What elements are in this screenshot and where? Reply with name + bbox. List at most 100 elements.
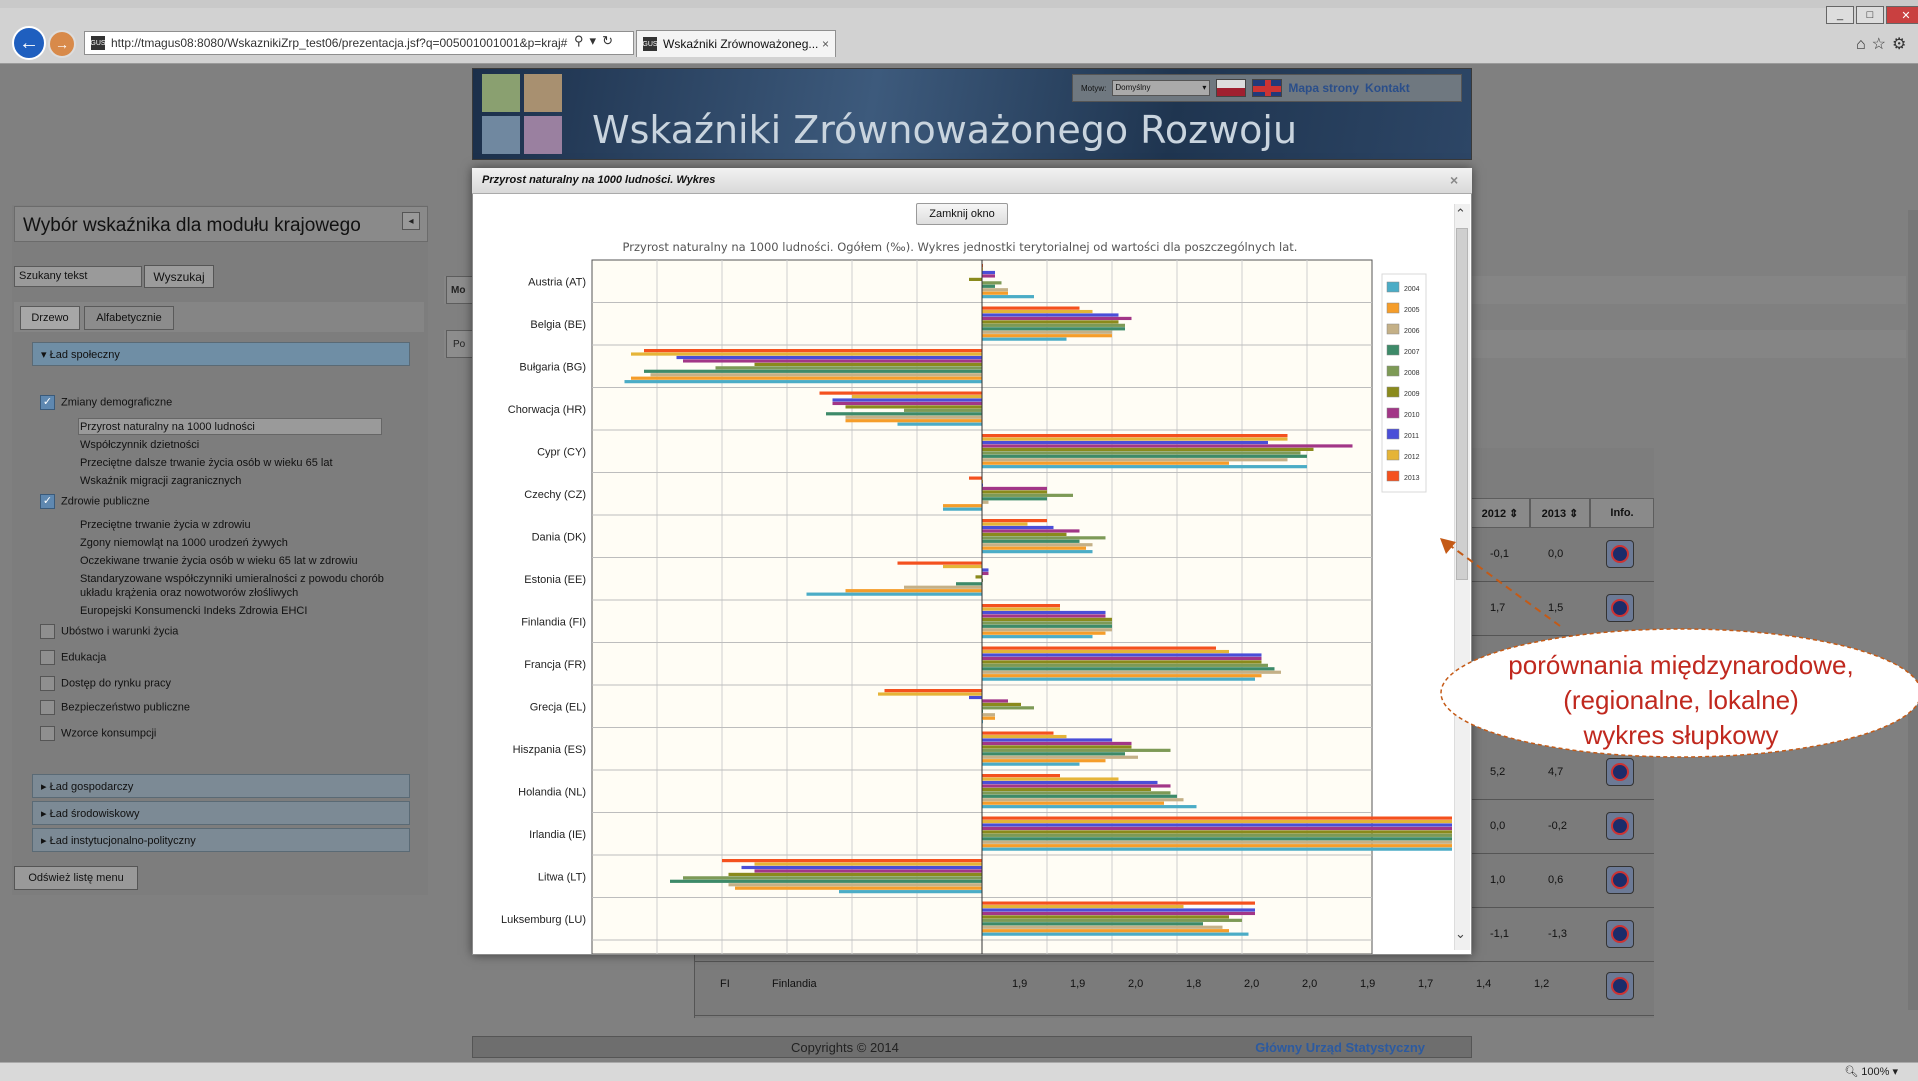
group-public-health[interactable]: ✓ Zdrowie publiczne — [40, 494, 150, 509]
checkbox-empty-icon[interactable] — [40, 650, 55, 665]
bar — [644, 369, 982, 373]
bar — [982, 656, 1262, 661]
section-environmental[interactable]: ▸ Ład środowiskowy — [32, 801, 410, 825]
bar — [722, 859, 982, 863]
tree-item[interactable]: Standaryzowane współczynniki umieralnośc… — [80, 572, 384, 586]
modal-close-icon[interactable]: × — [1450, 172, 1458, 188]
checkbox-empty-icon[interactable] — [40, 624, 55, 639]
bar — [904, 585, 982, 589]
column-header-info: Info. — [1590, 498, 1654, 528]
column-header-2013[interactable]: 2013 ⇕ — [1530, 498, 1590, 528]
group-poverty[interactable]: Ubóstwo i warunki życia — [40, 624, 178, 639]
address-tools[interactable]: ⚲▾↻ — [574, 33, 619, 49]
tree-item[interactable]: Przeciętne trwanie życia w zdrowiu — [80, 518, 251, 532]
bar — [715, 366, 982, 370]
legend-swatch — [1386, 323, 1400, 335]
legend-swatch — [1386, 302, 1400, 314]
search-button[interactable]: Wyszukaj — [144, 265, 214, 288]
checkbox-empty-icon[interactable] — [40, 726, 55, 741]
info-icon[interactable] — [1606, 540, 1634, 568]
tab-tree[interactable]: Drzewo — [20, 306, 80, 330]
info-icon[interactable] — [1606, 594, 1634, 622]
bar — [982, 571, 989, 576]
checkbox-checked-icon[interactable]: ✓ — [40, 494, 55, 509]
legend-swatch — [1386, 407, 1400, 419]
forward-button[interactable]: → — [48, 30, 76, 58]
tab-alphabetical[interactable]: Alfabetycznie — [84, 306, 174, 330]
collapse-panel-button[interactable]: ◂ — [402, 212, 420, 230]
bar — [982, 787, 1151, 791]
legend-label: 2010 — [1404, 412, 1420, 419]
browser-tab[interactable]: GUS Wskaźniki Zrównoważoneg... × — [636, 30, 836, 57]
theme-label: Motyw: — [1081, 83, 1107, 93]
info-icon[interactable] — [1606, 812, 1634, 840]
info-icon[interactable] — [1606, 758, 1634, 786]
info-icon[interactable] — [1606, 972, 1634, 1000]
refresh-icon[interactable]: ↻ — [602, 33, 619, 48]
tree-item[interactable]: Przeciętne dalsze trwanie życia osób w w… — [80, 456, 333, 470]
search-input[interactable]: Szukany tekst — [14, 266, 142, 287]
group-label: Ubóstwo i warunki życia — [61, 625, 179, 638]
tree-item[interactable]: Oczekiwane trwanie życia osób w wieku 65… — [80, 554, 358, 568]
tree-item[interactable]: Europejski Konsumencki Indeks Zdrowia EH… — [80, 604, 307, 618]
bar — [982, 780, 1158, 785]
refresh-menu-button[interactable]: Odśwież listę menu — [14, 866, 138, 890]
english-flag-icon[interactable] — [1252, 79, 1283, 97]
group-demographics[interactable]: ✓ Zmiany demograficzne — [40, 395, 172, 410]
polish-flag-icon[interactable] — [1216, 79, 1247, 97]
table-cell: -1,3 — [1548, 928, 1567, 940]
minimize-button[interactable]: _ — [1826, 6, 1854, 24]
info-icon[interactable] — [1606, 920, 1634, 948]
tree-item[interactable]: Wskaźnik migracji zagranicznych — [80, 474, 241, 488]
bar — [982, 748, 1171, 752]
info-icon[interactable] — [1606, 866, 1634, 894]
contact-link[interactable]: Kontakt — [1365, 81, 1410, 95]
tree-item[interactable]: Współczynnik dzietności — [80, 438, 199, 452]
modal-scrollbar-thumb[interactable] — [1456, 228, 1468, 580]
group-label: Wzorce konsumpcji — [61, 727, 157, 740]
maximize-button[interactable]: □ — [1856, 6, 1884, 24]
favorites-star-icon[interactable]: ☆ — [1872, 36, 1892, 53]
theme-select[interactable]: Domyślny ▾ — [1112, 80, 1211, 96]
tree-item[interactable]: Zgony niemowląt na 1000 urodzeń żywych — [80, 536, 288, 550]
group-education[interactable]: Edukacja — [40, 650, 106, 665]
section-social[interactable]: ▾ Ład społeczny — [32, 342, 410, 366]
group-public-safety[interactable]: Bezpieczeństwo publiczne — [40, 700, 190, 715]
bar — [982, 819, 1452, 824]
column-header-2012[interactable]: 2012 ⇕ — [1470, 498, 1530, 528]
bar — [982, 777, 1119, 781]
zoom-level[interactable]: 🔍︎ 100% ▾ — [1844, 1065, 1898, 1078]
close-window-button[interactable]: Zamknij okno — [916, 203, 1008, 225]
category-label: Irlandia (IE) — [529, 829, 586, 841]
home-icon[interactable]: ⌂ — [1856, 36, 1872, 53]
site-map-link[interactable]: Mapa strony — [1288, 81, 1359, 95]
search-icon[interactable]: ⚲ — [574, 33, 590, 48]
table-cell: 1,9 — [1070, 978, 1086, 990]
bar — [982, 274, 995, 278]
table-cell-code: FI — [720, 978, 730, 990]
chevron-down-icon[interactable]: ⌄ — [1455, 926, 1466, 942]
group-labour-market[interactable]: Dostęp do rynku pracy — [40, 676, 171, 691]
tree-item-selected[interactable]: Przyrost naturalny na 1000 ludności — [80, 420, 255, 434]
checkbox-empty-icon[interactable] — [40, 700, 55, 715]
back-button[interactable]: ← — [12, 26, 46, 60]
bar — [982, 543, 1093, 547]
address-bar[interactable]: GUS http://tmagus08:8080/WskaznikiZrp_te… — [84, 31, 634, 55]
gus-link[interactable]: Główny Urząd Statystyczny — [1255, 1040, 1425, 1055]
group-consumption[interactable]: Wzorce konsumpcji — [40, 726, 156, 741]
section-economic[interactable]: ▸ Ład gospodarczy — [32, 774, 410, 798]
section-institutional[interactable]: ▸ Ład instytucjonalno-polityczny — [32, 828, 410, 852]
chart-title: Przyrost naturalny na 1000 ludności. Ogó… — [622, 240, 1298, 254]
chevron-up-icon[interactable]: ⌃ — [1455, 206, 1466, 222]
dropdown-icon[interactable]: ▾ — [590, 33, 603, 48]
checkbox-checked-icon[interactable]: ✓ — [40, 395, 55, 410]
bar — [982, 270, 995, 275]
settings-gear-icon[interactable]: ⚙ — [1892, 36, 1912, 53]
checkbox-empty-icon[interactable] — [40, 676, 55, 691]
bar — [982, 674, 1262, 678]
close-window-x-button[interactable]: ✕ — [1886, 6, 1918, 24]
page-scrollbar[interactable] — [1908, 210, 1918, 1010]
legend-label: 2012 — [1404, 454, 1420, 461]
tree-item-continuation[interactable]: układu krążenia oraz nowotworów złośliwy… — [80, 586, 298, 600]
tab-close-icon[interactable]: × — [822, 37, 829, 51]
